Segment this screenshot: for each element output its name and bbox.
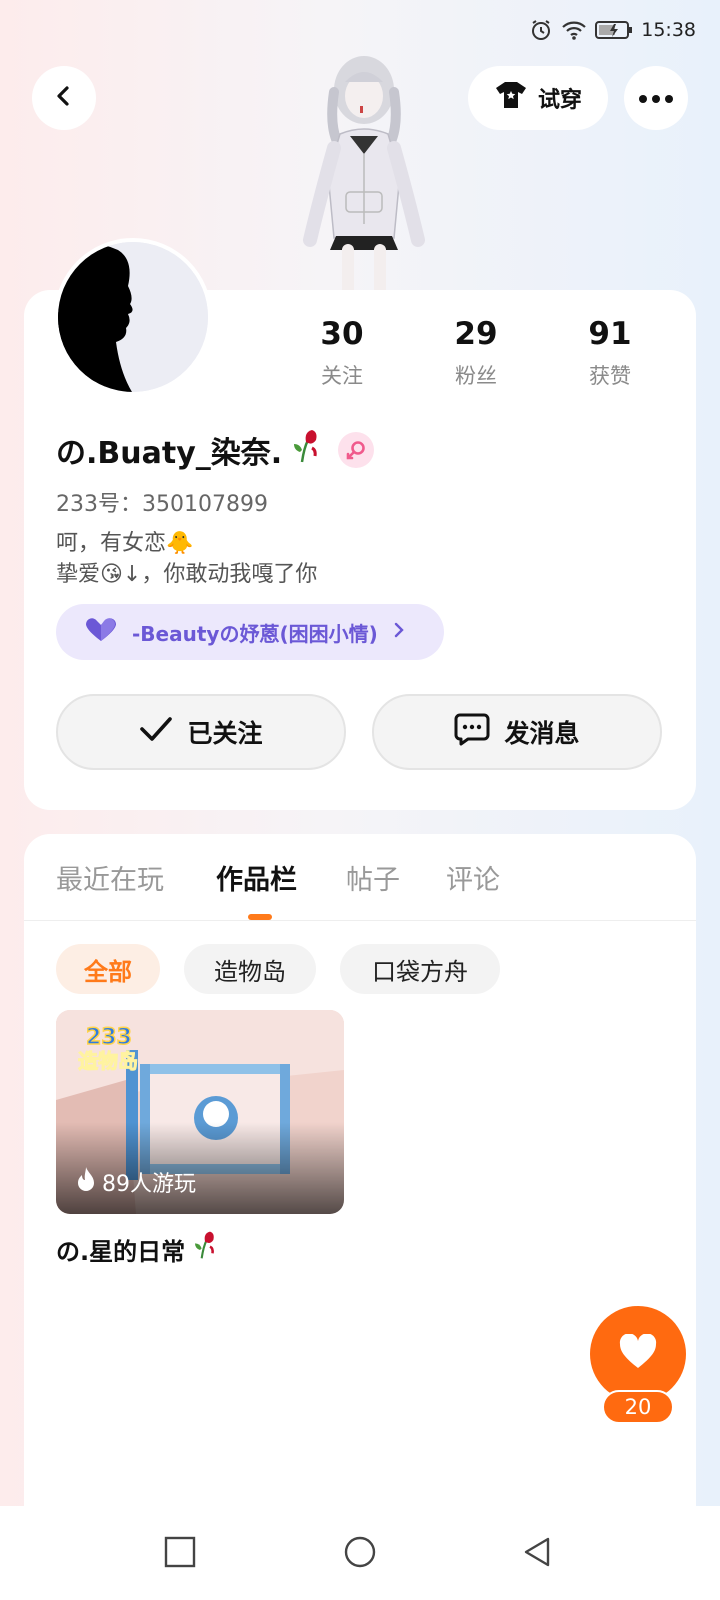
triangle-back-icon (524, 1537, 550, 1567)
username-text: の.Buaty_染奈. (56, 436, 283, 471)
status-time: 15:38 (641, 19, 696, 41)
tab-comments[interactable]: 评论 (446, 858, 500, 897)
tab-recently-played[interactable]: 最近在玩 (56, 858, 164, 897)
profile-avatar[interactable] (54, 238, 212, 396)
wilted-rose-icon (193, 1231, 217, 1266)
followed-button[interactable]: 已关注 (56, 694, 346, 770)
creation-island-logo: 233 造物岛 (78, 1024, 139, 1073)
send-message-button[interactable]: 发消息 (372, 694, 662, 770)
play-count-text: 89人游玩 (102, 1172, 196, 1197)
home-button[interactable] (344, 1536, 376, 1572)
system-back-button[interactable] (522, 1536, 552, 1572)
stat-likes[interactable]: 91 获赞 (550, 316, 670, 390)
followed-label: 已关注 (187, 719, 263, 748)
tab-works[interactable]: 作品栏 (216, 858, 297, 897)
chevron-left-icon (52, 84, 76, 112)
bio: 呵，有女恋🐥 挚爱😘↓，你敢动我嘎了你 (56, 528, 317, 590)
bio-line-2: 挚爱😘↓，你敢动我嘎了你 (56, 562, 318, 587)
like-button[interactable] (590, 1306, 686, 1402)
recent-apps-button[interactable] (164, 1536, 196, 1572)
wifi-icon (561, 19, 587, 41)
send-message-label: 发消息 (504, 719, 580, 748)
stat-fans-value: 29 (454, 316, 498, 352)
stat-fans-label: 粉丝 (455, 364, 497, 388)
tabs-divider (24, 920, 696, 921)
battery-icon (595, 20, 633, 40)
more-options-button[interactable] (624, 66, 688, 130)
try-on-button[interactable]: 试穿 (468, 66, 608, 130)
circle-icon (344, 1536, 376, 1568)
filter-chip-pocket-ark[interactable]: 口袋方舟 (340, 944, 500, 994)
square-icon (164, 1536, 196, 1568)
svg-text:造物岛: 造物岛 (78, 1049, 138, 1073)
stat-following[interactable]: 30 关注 (282, 316, 402, 390)
work-title-text: の.星的日常 (56, 1238, 186, 1266)
bio-line-1: 呵，有女恋🐥 (56, 531, 194, 556)
heart-icon (618, 1333, 658, 1374)
chat-bubble-icon (454, 712, 490, 752)
stat-following-value: 30 (320, 316, 364, 352)
couple-relationship-pill[interactable]: -Beautyの妤蒽(困困小情) (56, 604, 444, 660)
wilted-rose-icon (292, 428, 320, 472)
like-count: 20 (602, 1390, 674, 1424)
svg-text:233: 233 (86, 1025, 132, 1050)
couple-text: -Beautyの妤蒽(困困小情) (132, 621, 378, 646)
filter-chip-creation-island[interactable]: 造物岛 (184, 944, 316, 994)
username-row: の.Buaty_染奈. (56, 428, 375, 472)
system-nav-bar (0, 1506, 720, 1600)
alarm-icon (529, 18, 553, 42)
avatar-character-figure[interactable] (288, 52, 438, 296)
flame-icon (76, 1166, 96, 1198)
female-gender-icon (338, 432, 375, 468)
status-icons: 15:38 (529, 18, 696, 42)
play-count: 89人游玩 (76, 1166, 196, 1198)
stat-fans[interactable]: 29 粉丝 (416, 316, 536, 390)
work-card-thumbnail[interactable]: 233 造物岛 89人游玩 (56, 1010, 344, 1214)
try-on-label: 试穿 (537, 88, 582, 113)
chevron-right-icon (392, 621, 406, 643)
user-id: 233号：350107899 (56, 492, 268, 517)
tshirt-icon (494, 80, 528, 116)
tab-posts[interactable]: 帖子 (346, 858, 400, 897)
silhouette-avatar-image (58, 242, 208, 392)
work-title[interactable]: の.星的日常 (56, 1230, 217, 1267)
more-dots-icon (638, 89, 674, 108)
back-button[interactable] (32, 66, 96, 130)
stat-likes-label: 获赞 (589, 364, 631, 388)
stat-following-label: 关注 (321, 364, 363, 388)
check-icon (139, 716, 173, 748)
filter-chip-all[interactable]: 全部 (56, 944, 160, 994)
stat-likes-value: 91 (588, 316, 632, 352)
purple-heart-icon (84, 617, 118, 647)
